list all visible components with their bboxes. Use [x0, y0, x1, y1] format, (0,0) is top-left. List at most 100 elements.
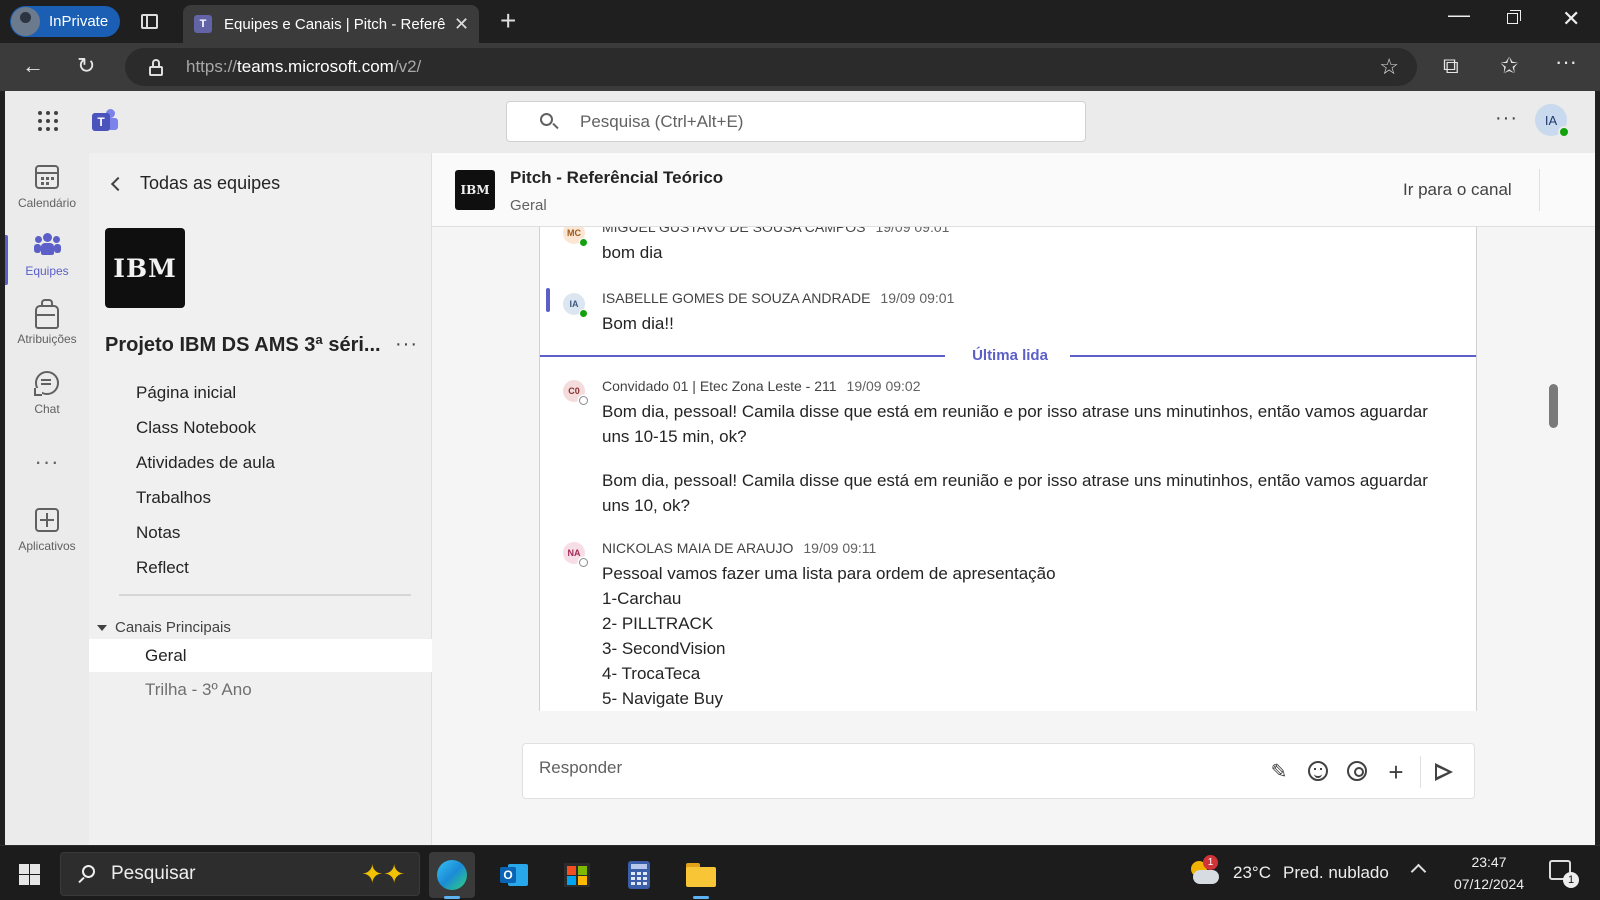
address-bar[interactable]: https://teams.microsoft.com/v2/ ☆ — [125, 48, 1417, 86]
taskbar-outlook[interactable]: O — [491, 852, 537, 898]
nav-notas[interactable]: Notas — [136, 521, 275, 556]
tab-close-icon[interactable]: ✕ — [454, 14, 469, 35]
taskbar-search[interactable]: Pesquisar ✦✦ — [60, 852, 420, 896]
message-author: ISABELLE GOMES DE SOUZA ANDRADE — [602, 290, 871, 306]
nav-reflect[interactable]: Reflect — [136, 556, 275, 591]
taskbar-store[interactable] — [554, 852, 600, 898]
apps-icon — [35, 508, 59, 532]
message-time: 19/09 09:02 — [846, 378, 921, 394]
message-meta: NICKOLAS MAIA DE ARAUJO 19/09 09:11 — [602, 540, 876, 556]
search-input[interactable] — [580, 111, 1050, 132]
rail-item-equipes[interactable]: Equipes — [5, 233, 89, 285]
team-panel: Todas as equipes IBM Projeto IBM DS AMS … — [89, 153, 432, 845]
rail-item-aplicativos[interactable]: Aplicativos — [5, 508, 89, 553]
window-restore-button[interactable] — [1505, 8, 1523, 26]
message-meta: MIGUEL GUSTAVO DE SOUSA CAMPOS 19/09 09:0… — [602, 227, 949, 235]
extensions-icon[interactable]: ⧉ — [1443, 53, 1459, 79]
reply-composer[interactable]: ✎ + — [522, 743, 1475, 799]
refresh-button[interactable]: ↻ — [77, 53, 95, 79]
window-minimize-button[interactable]: — — [1448, 2, 1470, 28]
search-icon — [540, 112, 559, 131]
message-time: 19/09 09:01 — [875, 227, 950, 235]
rail-item-atribuicoes[interactable]: Atribuições — [5, 299, 89, 346]
rail-item-chat[interactable]: Chat — [5, 371, 89, 416]
last-read-label: Última lida — [972, 347, 1048, 364]
avatar[interactable]: IA — [563, 293, 588, 318]
channels-section-header[interactable]: Canais Principais — [97, 619, 231, 636]
taskbar-edge[interactable] — [429, 852, 475, 899]
presence-available-icon — [579, 238, 588, 247]
channel-main: IBM Pitch - Referêncial Teórico Geral Ir… — [432, 153, 1595, 845]
calculator-icon — [628, 861, 650, 889]
chevron-left-icon — [110, 176, 126, 191]
weather-cloud-icon: 1 — [1187, 855, 1219, 887]
tab-actions-icon[interactable] — [138, 10, 162, 34]
go-to-channel-button[interactable]: Ir para o canal — [1403, 180, 1512, 200]
presence-offline-icon — [579, 558, 588, 567]
settings-more-icon[interactable]: ··· — [1495, 107, 1518, 130]
clock-date: 07/12/2024 — [1453, 876, 1525, 892]
nav-pagina-inicial[interactable]: Página inicial — [136, 381, 275, 416]
scrollbar-thumb[interactable] — [1549, 384, 1558, 428]
message-thread[interactable]: MC MIGUEL GUSTAVO DE SOUSA CAMPOS 19/09 0… — [539, 227, 1477, 711]
format-icon[interactable]: ✎ — [1268, 761, 1290, 783]
emoji-icon[interactable] — [1308, 761, 1328, 781]
divider — [1420, 756, 1421, 788]
rail-item-calendario[interactable]: Calendário — [5, 165, 89, 210]
reply-input[interactable] — [539, 758, 1239, 778]
weather-temp: 23°C — [1233, 863, 1271, 882]
channel-team-logo: IBM — [455, 170, 495, 210]
windows-start-icon[interactable] — [19, 864, 40, 885]
nav-atividades-de-aula[interactable]: Atividades de aula — [136, 451, 275, 486]
browser-tab-active[interactable]: T Equipes e Canais | Pitch - Referêncial… — [183, 5, 479, 43]
channel-trilha[interactable]: Trilha - 3º Ano — [89, 673, 432, 706]
message-author: Convidado 01 | Etec Zona Leste - 211 — [602, 378, 837, 394]
avatar[interactable]: C0 — [563, 380, 588, 405]
presence-offline-icon — [579, 396, 588, 405]
teams-icon — [34, 233, 61, 257]
inprivate-label: InPrivate — [49, 13, 109, 30]
browser-menu-icon[interactable]: ··· — [1555, 49, 1577, 75]
notification-count: 1 — [1563, 872, 1579, 888]
loop-icon[interactable] — [1347, 761, 1367, 781]
weather-widget[interactable]: 1 23°C Pred. nublado — [1187, 855, 1389, 887]
channel-geral[interactable]: Geral — [89, 639, 432, 672]
nav-trabalhos[interactable]: Trabalhos — [136, 486, 275, 521]
user-avatar[interactable]: IA — [1535, 104, 1570, 138]
unread-marker — [546, 288, 550, 312]
chat-icon — [34, 371, 59, 396]
channel-title: Pitch - Referêncial Teórico — [510, 168, 724, 187]
tab-title: Equipes e Canais | Pitch - Referêncial T… — [224, 15, 446, 33]
team-name[interactable]: Projeto IBM DS AMS 3ª séri... — [105, 334, 385, 357]
new-tab-button[interactable]: + — [500, 6, 516, 36]
last-read-divider: Última lida — [540, 344, 1476, 366]
back-to-all-teams[interactable]: Todas as equipes — [109, 173, 280, 194]
windows-taskbar: Pesquisar ✦✦ O 1 23°C Pred. nublado 23:4… — [0, 845, 1600, 900]
avatar[interactable]: NA — [563, 542, 588, 567]
system-clock[interactable]: 23:47 07/12/2024 — [1444, 851, 1534, 895]
inprivate-profile-button[interactable]: InPrivate — [10, 6, 120, 37]
edge-icon — [437, 860, 467, 890]
team-more-options-icon[interactable]: ··· — [395, 333, 418, 356]
app-launcher-icon[interactable] — [38, 111, 58, 131]
teams-search-box[interactable] — [506, 101, 1086, 142]
nav-class-notebook[interactable]: Class Notebook — [136, 416, 275, 451]
avatar[interactable]: MC — [563, 227, 588, 247]
taskbar-file-explorer[interactable] — [678, 852, 724, 899]
back-button[interactable]: ← — [22, 53, 44, 79]
taskbar-calculator[interactable] — [616, 852, 662, 898]
attach-plus-icon[interactable]: + — [1385, 759, 1407, 785]
message-body: 4- TrocaTeca — [602, 664, 701, 683]
window-close-button[interactable]: ✕ — [1562, 6, 1580, 32]
notification-center-icon[interactable]: 1 — [1549, 860, 1579, 888]
show-hidden-icons-chevron-icon[interactable] — [1410, 863, 1427, 880]
more-apps-icon[interactable]: ··· — [5, 449, 89, 475]
message-body: Bom dia, pessoal! Camila disse que está … — [602, 471, 1428, 515]
channel-header: IBM Pitch - Referêncial Teórico Geral Ir… — [432, 153, 1595, 227]
message-body: 2- PILLTRACK — [602, 614, 714, 633]
favorites-icon[interactable]: ✩ — [1500, 53, 1518, 79]
message-time: 19/09 09:01 — [880, 290, 955, 306]
caret-down-icon — [97, 624, 107, 631]
favorite-star-icon[interactable]: ☆ — [1379, 54, 1399, 80]
message-meta: Convidado 01 | Etec Zona Leste - 211 19/0… — [602, 378, 921, 394]
